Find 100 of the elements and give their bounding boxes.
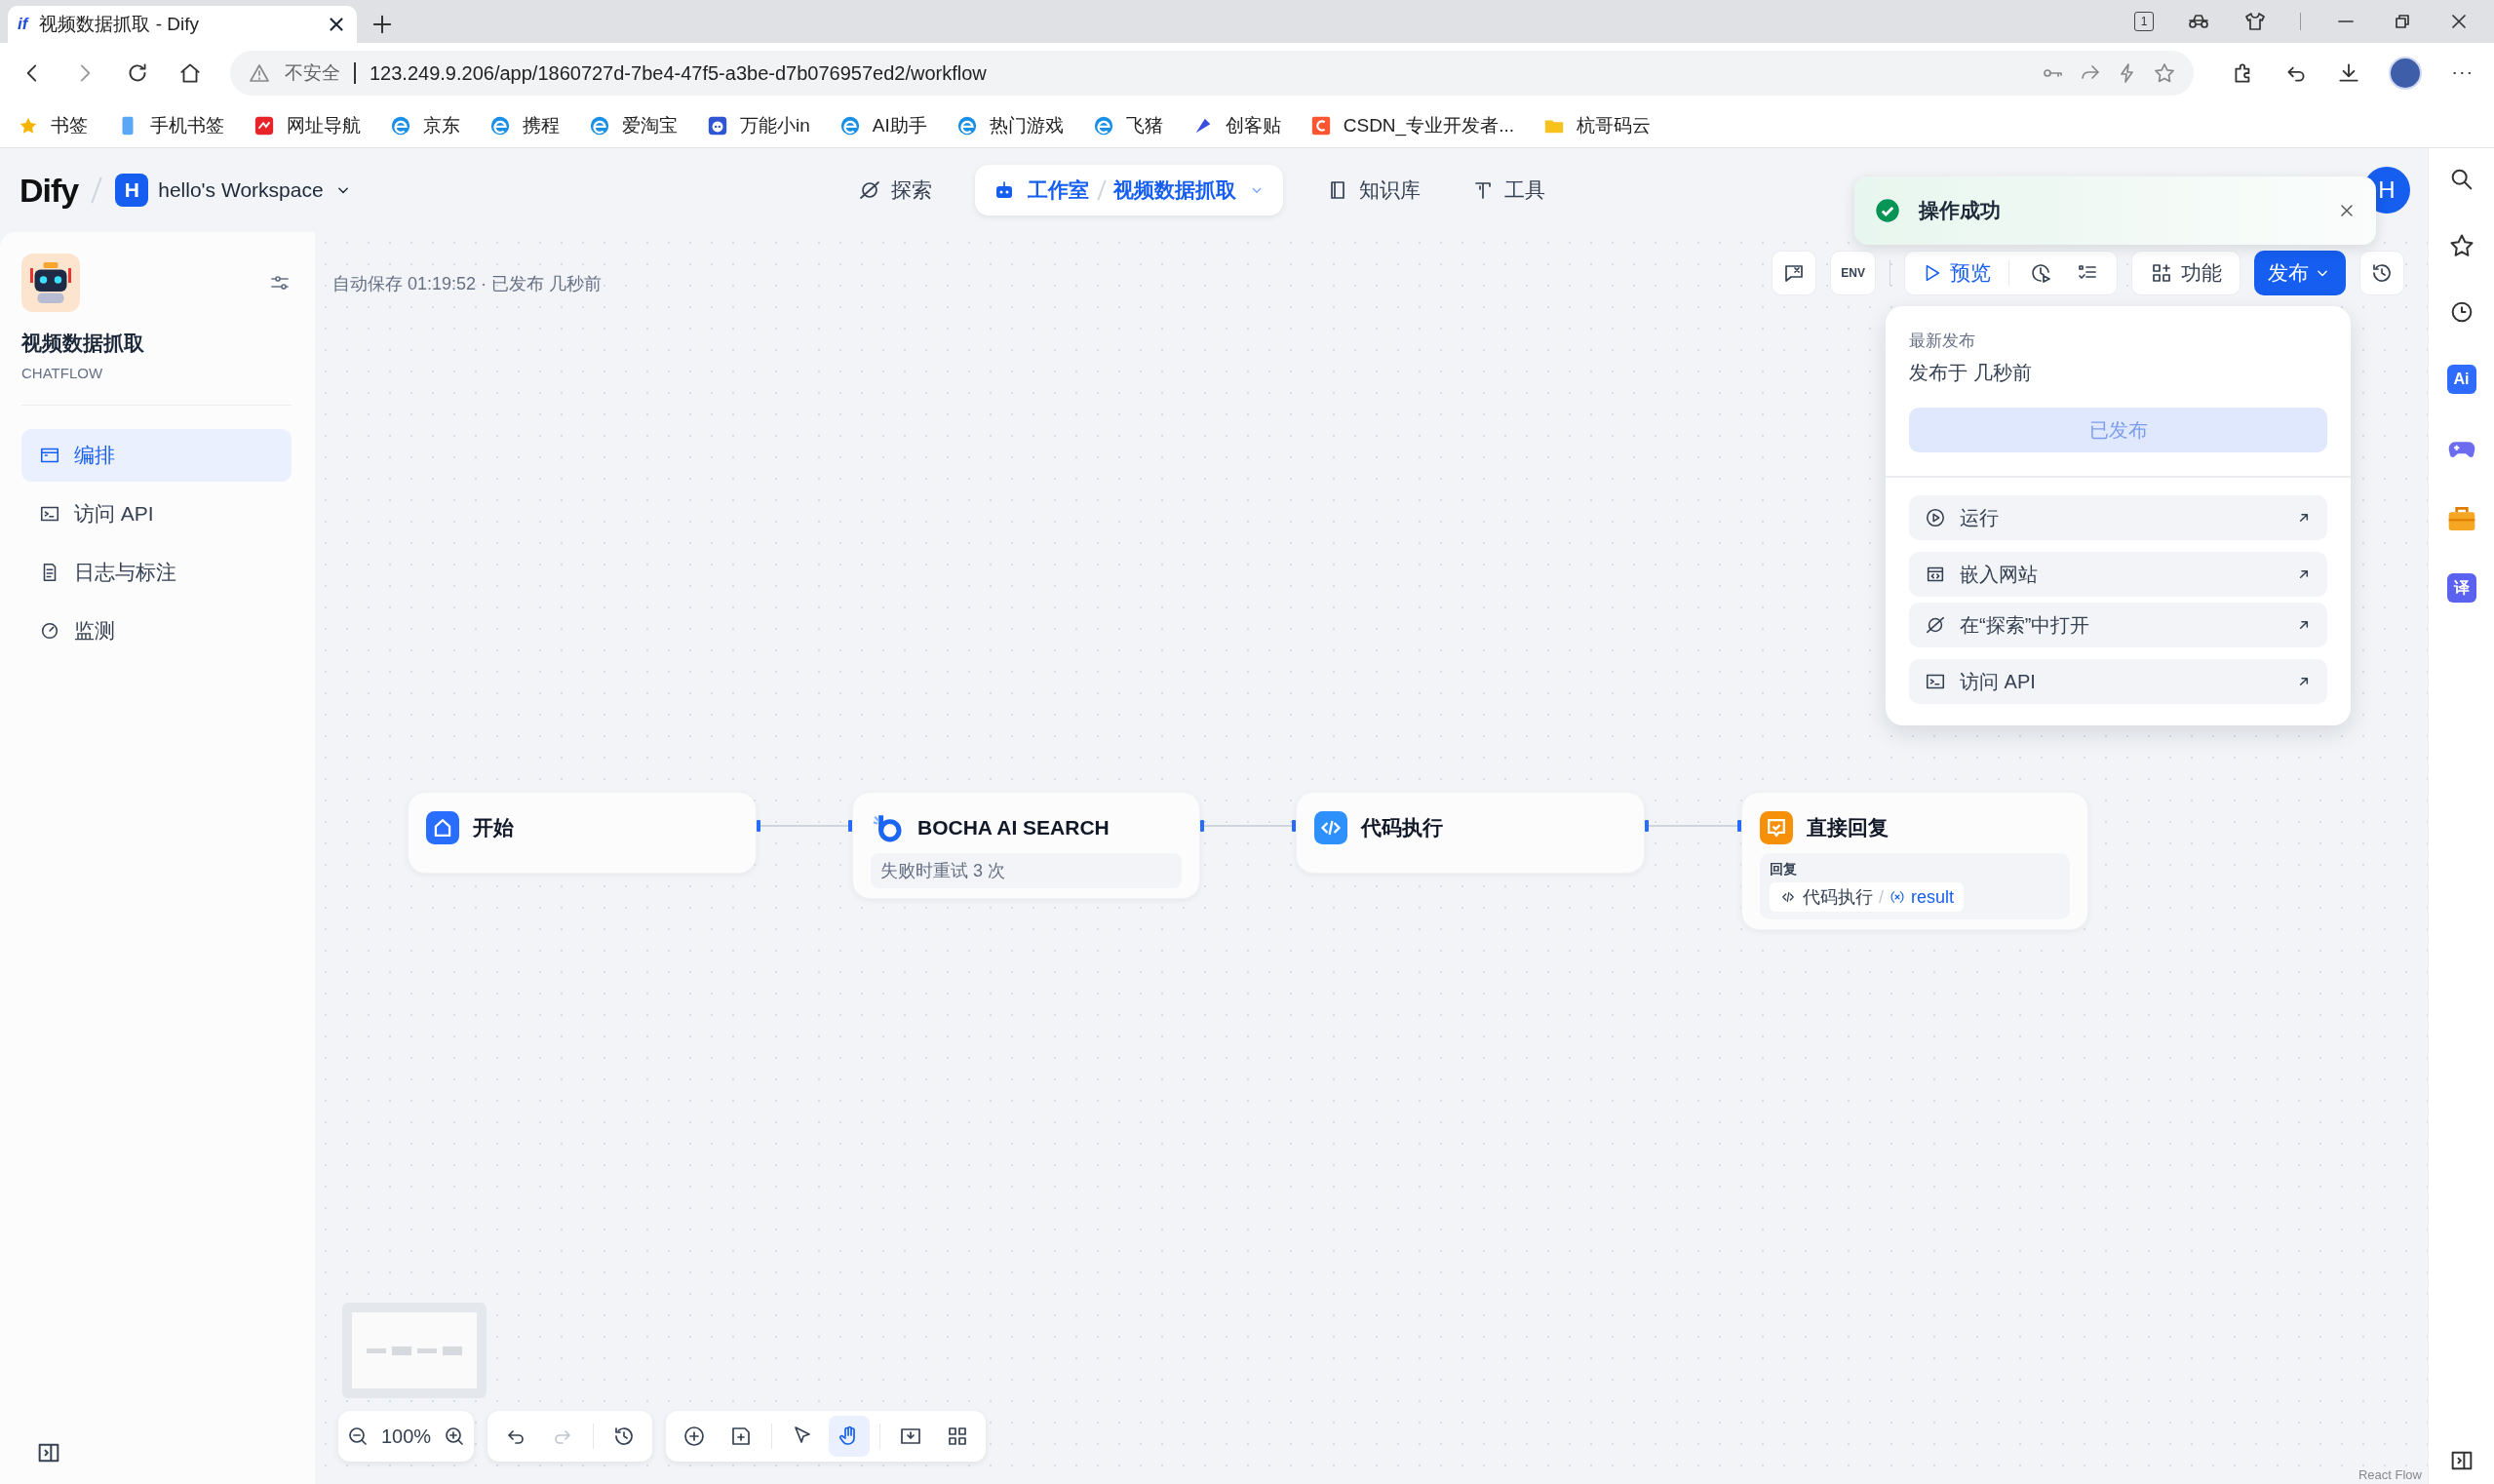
bookmark-label: 书签 (51, 113, 88, 137)
browser-icon (955, 114, 978, 137)
hand-tool-button[interactable] (829, 1416, 871, 1457)
menu-item[interactable]: 嵌入网站 (1909, 552, 2327, 597)
tab-count-icon[interactable]: 1 (2134, 12, 2154, 31)
menu-item-label: 访问 API (1960, 669, 2036, 694)
app-name: 视频数据抓取 (21, 331, 145, 356)
nav-label: 工作室 (1027, 177, 1089, 203)
bookmark-label: AI助手 (872, 113, 927, 137)
bookmark[interactable]: 京东 (390, 112, 460, 138)
zoom-out-icon[interactable] (346, 1425, 370, 1448)
robot-app-icon (21, 254, 80, 312)
gauge-icon (39, 620, 60, 642)
robot-icon (707, 114, 728, 137)
bookmark-label: 京东 (423, 113, 460, 137)
grid-plus-icon (2150, 261, 2173, 285)
address-bar[interactable]: 不安全 123.249.9.206/app/1860727d-7be4-47f5-a3be-d7b076957ed2/workflow (230, 51, 2194, 96)
version-history-button[interactable] (2359, 251, 2404, 295)
nav-item[interactable]: 探索 (849, 167, 940, 214)
bookmark-label: 飞猪 (1125, 113, 1163, 137)
workspace-selector[interactable]: H hello's Workspace (115, 174, 353, 207)
sidebar-item[interactable]: 日志与标注 (21, 546, 292, 599)
publish-time: 发布于 几秒前 (1909, 361, 2033, 385)
zoom-level: 100% (380, 1425, 433, 1448)
bookmark-label: 万能小in (740, 113, 810, 137)
bookmark[interactable]: 热门游戏 (955, 112, 1064, 138)
bookmark-label: 携程 (523, 113, 560, 137)
bookmark-label: 手机书签 (150, 113, 224, 137)
check-circle-icon (1874, 197, 1901, 224)
star-icon[interactable] (2153, 61, 2176, 85)
bookmark-label: 网址导航 (287, 113, 361, 137)
field-label: 回复 (1770, 861, 1798, 879)
node-title: 直接回复 (1807, 815, 1889, 840)
bookmark-label: CSDN_专业开发者... (1343, 113, 1514, 138)
variable-reference: 代码执行 / result (1770, 882, 1965, 912)
sidebar-item[interactable]: 监测 (21, 605, 292, 657)
features-button[interactable]: 功能 (2131, 251, 2241, 295)
bookmark[interactable]: 飞猪 (1092, 112, 1163, 138)
play-icon (1925, 507, 1946, 528)
bookmark[interactable]: CSDN_专业开发者... (1309, 112, 1514, 138)
menu-item-label: 嵌入网站 (1960, 562, 2038, 587)
security-label: 不安全 (285, 61, 340, 85)
studio-breadcrumb[interactable]: 工作室 视频数据抓取 (974, 165, 1284, 215)
menu-item[interactable]: 在“探索”中打开 (1909, 603, 2327, 647)
menu-item[interactable]: 访问 API (1909, 659, 2327, 704)
variable-icon (1890, 889, 1905, 905)
app-badge-icon[interactable]: 译 (2446, 573, 2476, 603)
planet-icon (857, 178, 881, 202)
menu-item-label: 运行 (1960, 505, 1999, 530)
add-icon (682, 1425, 707, 1448)
star-icon[interactable] (2447, 232, 2475, 259)
workflow-node[interactable]: BOCHA AI SEARCH 失败时重试 3 次 (852, 792, 1200, 899)
sidebar-item[interactable]: 编排 (21, 429, 292, 482)
autosave-status: 自动保存 01:19:52 · 已发布 几秒前 (332, 273, 603, 295)
workflow-node[interactable]: 开始 (408, 792, 757, 874)
node-title: BOCHA AI SEARCH (917, 816, 1110, 840)
bookmark[interactable]: 爱淘宝 (589, 112, 678, 138)
menu-heading: 最新发布 (1909, 331, 1976, 352)
node-title: 开始 (473, 815, 514, 840)
browser-icon (589, 114, 610, 137)
app-type: CHATFLOW (21, 365, 104, 381)
node-title: 代码执行 (1361, 815, 1443, 840)
bookmark[interactable]: 手机书签 (117, 112, 224, 138)
workflow-node[interactable]: 代码执行 (1296, 792, 1645, 874)
bookmark[interactable]: 携程 (489, 112, 560, 138)
publish-button[interactable]: 发布 (2254, 251, 2346, 295)
toast-message: 操作成功 (1919, 198, 2001, 223)
bookmark[interactable]: 创客贴 (1191, 112, 1281, 138)
env-button[interactable]: ENV (1830, 251, 1876, 295)
browser-icon (489, 114, 511, 137)
menu-item[interactable]: 运行 (1909, 495, 2327, 540)
shirt-icon[interactable] (2243, 10, 2267, 33)
browser-tab[interactable]: if 视频数据抓取 - Dify (8, 6, 357, 43)
browser-icon (1092, 114, 1114, 137)
bookmark-label: 爱淘宝 (622, 113, 678, 137)
bookmark[interactable]: 万能小in (707, 112, 810, 138)
profile-avatar[interactable] (2389, 57, 2422, 90)
favicon: if (18, 15, 28, 34)
browser-icon (838, 114, 861, 137)
bookmark[interactable]: 网址导航 (253, 112, 361, 138)
zoom-control[interactable]: 100% (338, 1411, 475, 1462)
csdn-icon (1309, 114, 1332, 137)
url-text: 123.249.9.206/app/1860727d-7be4-47f5-a3be-d7b076957ed2/workflow (370, 61, 987, 85)
workflow-node[interactable]: 直接回复 回复 代码执行 / result (1741, 792, 2088, 930)
nav-item[interactable]: 工具 (1463, 167, 1554, 214)
history-icon (2370, 261, 2394, 285)
bookmark[interactable]: AI助手 (838, 112, 927, 138)
bookmark[interactable]: 杭哥码云 (1543, 112, 1651, 138)
bookmark-label: 热门游戏 (989, 113, 1064, 137)
bookmark-label: 创客贴 (1225, 113, 1281, 137)
app-name: 视频数据抓取 (1113, 177, 1237, 203)
app-badge-icon[interactable]: Ai (2446, 365, 2476, 394)
warning-icon (248, 61, 271, 85)
bookmark-label: 杭哥码云 (1577, 113, 1651, 137)
logo[interactable]: Dify (19, 171, 79, 210)
sidebar-item[interactable]: 访问 API (21, 488, 292, 540)
bookmark[interactable]: 书签 (18, 112, 88, 138)
nav-item[interactable]: 知识库 (1318, 167, 1429, 214)
clear-chat-button[interactable] (1772, 251, 1817, 295)
clock-play-icon (2029, 261, 2052, 285)
